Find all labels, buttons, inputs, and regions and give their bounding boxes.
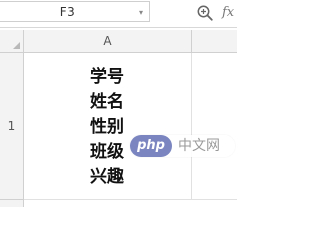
row-header-1[interactable]: 1 (0, 53, 24, 200)
select-all-corner[interactable] (0, 30, 24, 52)
column-header-row: A (0, 30, 237, 53)
cell-a1-content: 学号 姓名 性别 班级 兴趣 (90, 65, 124, 190)
cell-line: 姓名 (90, 92, 124, 112)
cell-line: 班级 (90, 142, 124, 162)
chevron-down-icon[interactable]: ▾ (137, 2, 145, 23)
fx-label[interactable]: fx (222, 3, 234, 23)
cell-b1[interactable] (192, 53, 237, 200)
watermark-logo-badge: php (130, 135, 172, 157)
select-all-triangle-icon (13, 42, 20, 49)
watermark: php 中文网 (130, 135, 235, 157)
cell-line: 兴趣 (90, 167, 124, 187)
name-box[interactable]: F3 ▾ (0, 1, 150, 22)
cell-a1[interactable]: 学号 姓名 性别 班级 兴趣 (24, 53, 192, 200)
column-header-a[interactable]: A (24, 30, 192, 52)
column-header-next[interactable] (192, 30, 237, 52)
name-box-value[interactable]: F3 (0, 2, 135, 23)
cell-line: 学号 (90, 67, 124, 87)
formula-bar-area: F3 ▾ fx (0, 0, 237, 28)
watermark-text: 中文网 (178, 138, 220, 154)
cell-line: 性别 (90, 117, 124, 137)
zoom-icon[interactable] (196, 4, 214, 22)
row-header-next[interactable] (0, 200, 24, 207)
